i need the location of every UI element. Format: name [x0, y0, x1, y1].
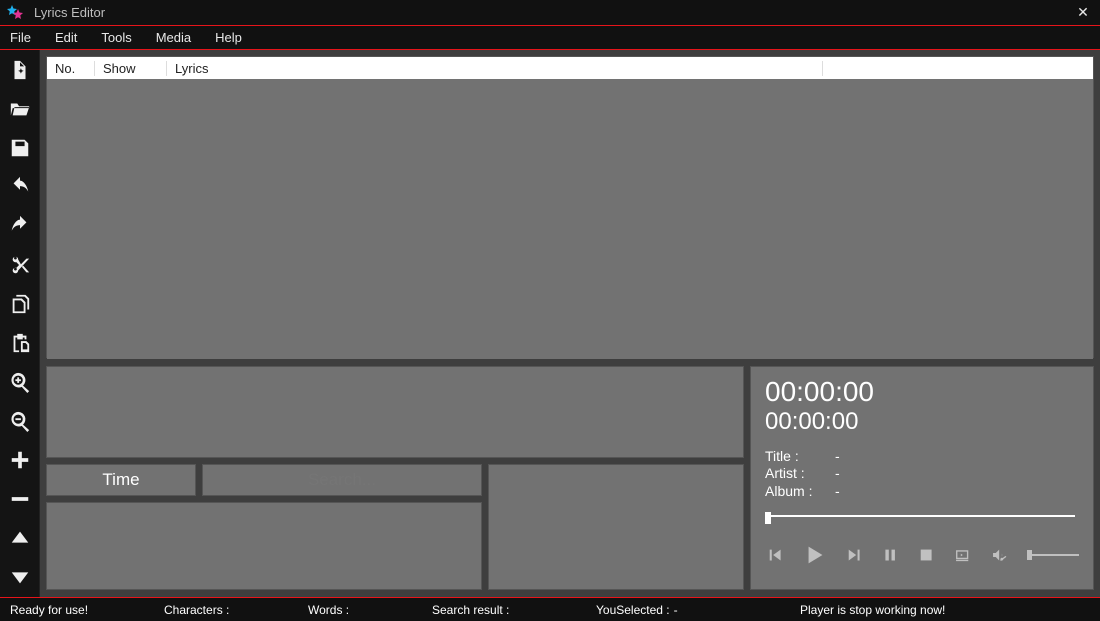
status-bar: Ready for use! Characters : Words : Sear… [0, 597, 1100, 621]
meta-artist-value: - [835, 465, 840, 483]
pause-icon[interactable] [882, 544, 898, 566]
undo-icon[interactable] [8, 173, 32, 201]
redo-icon[interactable] [8, 212, 32, 240]
prev-icon[interactable] [767, 544, 783, 566]
left-toolbar [0, 50, 40, 597]
selection-box [488, 464, 744, 590]
zoom-out-icon[interactable] [8, 407, 32, 435]
meta-title-value: - [835, 448, 840, 466]
lyrics-preview [46, 366, 744, 458]
menu-media[interactable]: Media [156, 30, 191, 45]
app-logo [6, 4, 24, 22]
menu-tools[interactable]: Tools [101, 30, 131, 45]
meta-album-value: - [835, 483, 840, 501]
save-icon[interactable] [8, 134, 32, 162]
lyrics-table-header: No. Show Lyrics [47, 57, 1093, 79]
progress-bar[interactable] [765, 512, 1079, 520]
lyrics-table-body[interactable] [47, 79, 1093, 359]
meta-album-label: Album : [765, 483, 815, 501]
search-input[interactable] [203, 470, 481, 490]
open-icon[interactable] [8, 95, 32, 123]
close-icon[interactable]: ✕ [1072, 4, 1094, 21]
player-time-current: 00:00:00 [765, 377, 1079, 408]
zoom-in-icon[interactable] [8, 368, 32, 396]
player-controls [765, 540, 1079, 570]
play-icon[interactable] [803, 540, 825, 570]
minus-icon[interactable] [8, 485, 32, 513]
title-bar: Lyrics Editor ✕ [0, 0, 1100, 26]
next-icon[interactable] [846, 544, 862, 566]
eject-media-icon[interactable] [954, 544, 970, 566]
meta-artist-label: Artist : [765, 465, 815, 483]
plus-icon[interactable] [8, 446, 32, 474]
down-icon[interactable] [8, 563, 32, 591]
stop-icon[interactable] [918, 544, 934, 566]
search-input-box[interactable] [202, 464, 482, 496]
paste-icon[interactable] [8, 329, 32, 357]
copy-icon[interactable] [8, 290, 32, 318]
status-chars-label: Characters : [164, 603, 229, 617]
col-no[interactable]: No. [47, 61, 95, 76]
status-player-msg: Player is stop working now! [800, 603, 945, 617]
status-words-label: Words : [308, 603, 349, 617]
up-icon[interactable] [8, 524, 32, 552]
col-lyrics[interactable]: Lyrics [167, 61, 823, 76]
col-show[interactable]: Show [95, 61, 167, 76]
new-icon[interactable] [8, 56, 32, 84]
player-meta: Title : - Artist : - Album : - [765, 448, 1079, 501]
lyrics-table: No. Show Lyrics [46, 56, 1094, 358]
menu-help[interactable]: Help [215, 30, 242, 45]
app-title: Lyrics Editor [34, 5, 1072, 20]
cut-icon[interactable] [8, 251, 32, 279]
main-area: No. Show Lyrics Time 00:00:00 00:00:00 T… [40, 50, 1100, 597]
player-panel: 00:00:00 00:00:00 Title : - Artist : - Alb… [750, 366, 1094, 590]
mute-icon[interactable] [991, 544, 1007, 566]
time-button[interactable]: Time [46, 464, 196, 496]
search-result-box [46, 502, 482, 590]
status-sel-label: YouSelected : [596, 603, 670, 617]
volume-slider[interactable] [1027, 551, 1079, 559]
menu-edit[interactable]: Edit [55, 30, 77, 45]
menu-file[interactable]: File [10, 30, 31, 45]
status-search-label: Search result : [432, 603, 509, 617]
menu-bar: File Edit Tools Media Help [0, 26, 1100, 50]
meta-title-label: Title : [765, 448, 815, 466]
status-sel-value: - [674, 603, 678, 617]
player-time-total: 00:00:00 [765, 408, 1079, 436]
status-ready: Ready for use! [10, 603, 88, 617]
